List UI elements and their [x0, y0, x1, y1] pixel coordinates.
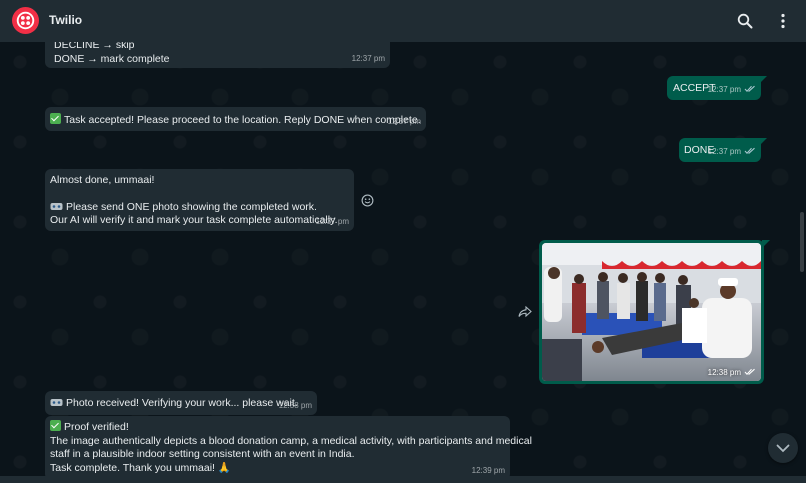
photo-attachment[interactable]: 12:38 pm [542, 243, 761, 381]
message-time: 12:38 pm [707, 368, 741, 377]
message-line: DECLINE → skip [54, 42, 135, 51]
check-mark-icon [50, 420, 61, 431]
message-bubble-incoming[interactable]: DECLINE → skip DONE → mark complete 12:3… [45, 42, 390, 68]
robot-icon [50, 202, 63, 211]
message-bubble-outgoing[interactable]: ACCEPT 12:37 pm [667, 76, 767, 100]
message-bubble-incoming[interactable]: Almost done, ummaai! Please send ONE pho… [45, 169, 354, 231]
message-text: Task accepted! Please proceed to the loc… [64, 114, 421, 126]
message-photo-outgoing[interactable]: 12:38 pm [539, 240, 770, 384]
message-bubble-incoming[interactable]: Proof verified! The image authentically … [45, 416, 532, 480]
message-heading: Proof verified! [64, 421, 129, 433]
message-bubble-incoming[interactable]: Photo received! Verifying your work... p… [45, 391, 317, 415]
chevron-down-icon [776, 444, 790, 452]
message-time: 12:37 pm [387, 116, 421, 126]
twilio-logo-icon[interactable] [12, 7, 39, 34]
message-time: 12:37 pm [315, 216, 349, 226]
read-receipt-icon [744, 146, 756, 160]
emoji-reaction-icon[interactable] [360, 193, 374, 207]
chat-area[interactable]: DECLINE → skip DONE → mark complete 12:3… [0, 42, 806, 483]
composer-bar-edge [0, 476, 806, 483]
scrollbar-thumb[interactable] [800, 212, 804, 272]
read-receipt-icon [744, 84, 756, 98]
message-time: 12:38 pm [278, 400, 312, 410]
message-time: 12:37 pm [351, 53, 385, 63]
message-line: Almost done, ummaai! [50, 174, 155, 186]
message-line: DONE → mark complete [54, 52, 170, 65]
message-line: staff in a plausible indoor setting cons… [50, 448, 355, 460]
chat-title: Twilio [49, 13, 83, 27]
more-vertical-icon[interactable] [773, 11, 793, 31]
message-bubble-incoming[interactable]: Task accepted! Please proceed to the loc… [45, 107, 426, 131]
message-line: Please send ONE photo showing the comple… [66, 200, 317, 213]
search-icon[interactable] [735, 11, 755, 31]
chat-header: Twilio [0, 0, 806, 42]
message-time: 12:37 pm [707, 146, 741, 156]
read-receipt-icon [744, 368, 756, 378]
message-line: The image authentically depicts a blood … [50, 434, 532, 447]
forward-icon[interactable] [517, 305, 533, 319]
scroll-to-bottom-button[interactable] [768, 433, 798, 463]
message-time: 12:39 pm [471, 465, 505, 475]
check-mark-icon [50, 113, 61, 124]
message-line: Our AI will verify it and mark your task… [50, 214, 338, 226]
message-text: Photo received! Verifying your work... p… [66, 397, 298, 409]
message-time: 12:37 pm [707, 84, 741, 94]
message-line: Task complete. Thank you ummaai! 🙏 [50, 461, 231, 474]
message-bubble-outgoing[interactable]: DONE 12:37 pm [679, 138, 767, 162]
robot-icon [50, 398, 63, 407]
